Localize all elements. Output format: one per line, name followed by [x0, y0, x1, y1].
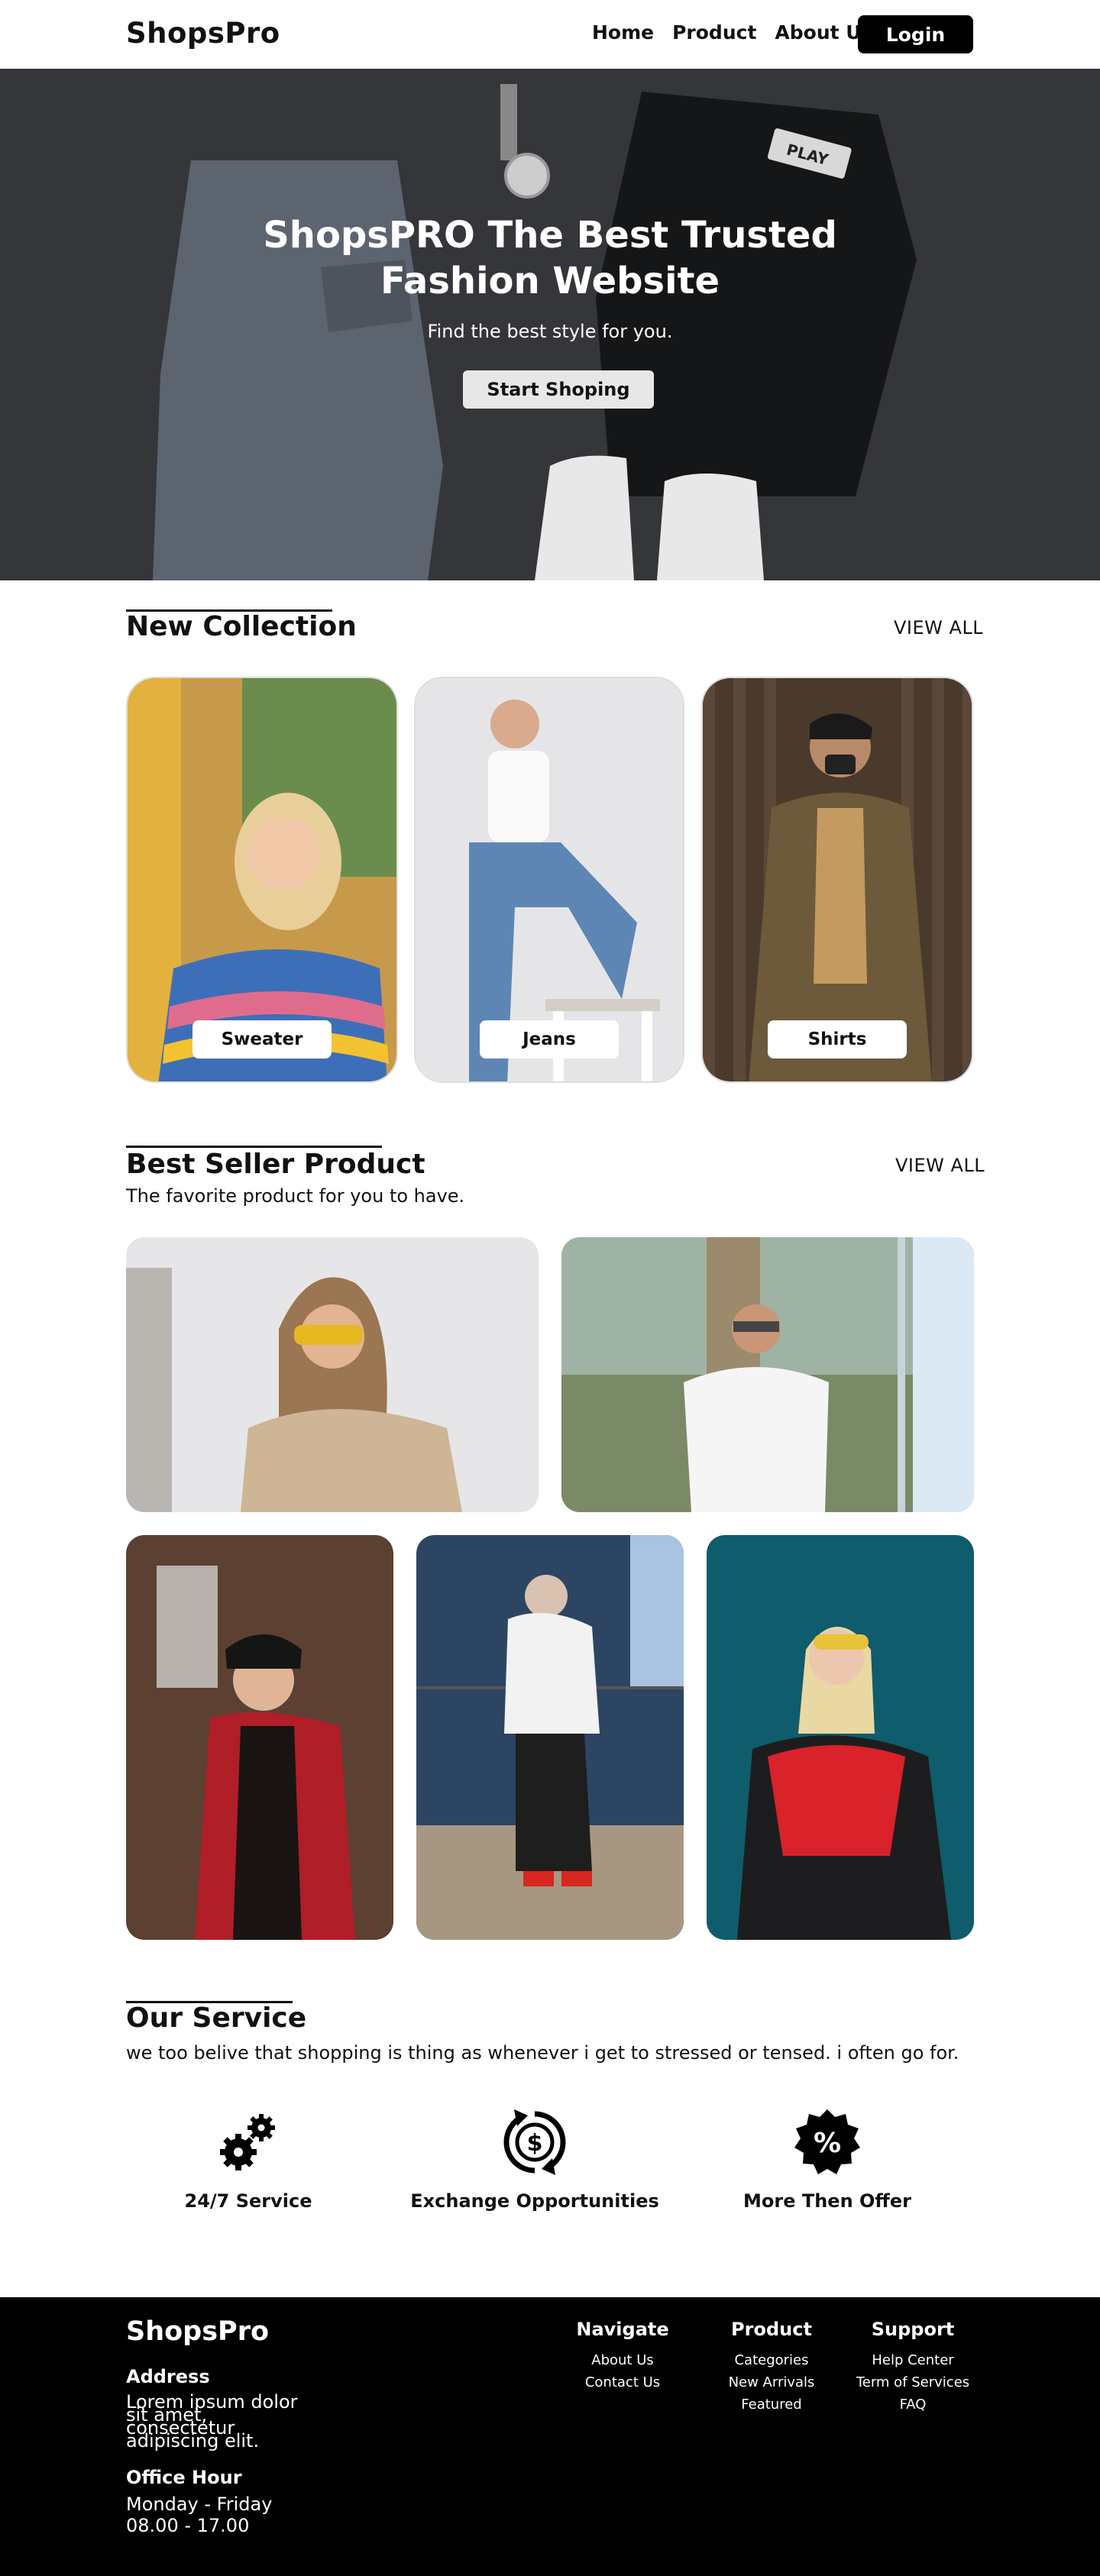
- woman-teal-background-photo: [707, 1535, 974, 1940]
- gears-icon: [220, 2114, 275, 2170]
- footer-brand-logo[interactable]: ShopsPro: [126, 2316, 269, 2347]
- hero-title-line-1: ShopsPRO The Best Trusted: [263, 214, 837, 257]
- svg-text:$: $: [527, 2130, 543, 2157]
- footer-col-support: Support Help Center Term of Services FAQ: [848, 2319, 978, 2416]
- footer-link-categories[interactable]: Categories: [714, 2349, 829, 2371]
- best-seller-view-all-link[interactable]: VIEW ALL: [895, 1155, 985, 1176]
- footer-navigate-heading: Navigate: [576, 2319, 669, 2340]
- section-rule: [126, 1146, 382, 1148]
- footer-link-help-center[interactable]: Help Center: [848, 2349, 978, 2371]
- man-white-hoodie-photo: [416, 1535, 684, 1940]
- service-subtitle: we too belive that shopping is thing as …: [126, 2042, 959, 2064]
- best-seller-subtitle: The favorite product for you to have.: [126, 1185, 465, 1207]
- best-seller-photo-3[interactable]: [126, 1535, 393, 1940]
- collection-card-shirts[interactable]: Shirts: [701, 677, 973, 1083]
- address-line: adipiscing elit.: [126, 2430, 260, 2452]
- collection-card-sweater[interactable]: Sweater: [126, 677, 398, 1083]
- best-seller-title: Best Seller Product: [126, 1149, 425, 1180]
- new-collection-view-all-link[interactable]: VIEW ALL: [894, 617, 983, 638]
- collection-label-jeans: Jeans: [480, 1020, 619, 1059]
- hero-banner: PLAY ShopsPRO The Best Trusted Fashion W…: [0, 69, 1100, 580]
- footer-office-heading: Office Hour: [126, 2467, 242, 2488]
- nav-links: Home Product About Us: [592, 21, 872, 44]
- best-seller-photo-5[interactable]: [707, 1535, 974, 1940]
- discount-badge-icon: %: [794, 2109, 860, 2174]
- service-title: Our Service: [126, 2002, 307, 2034]
- footer-link-featured[interactable]: Featured: [714, 2393, 829, 2416]
- woman-yellow-sunglasses-photo: [126, 1237, 539, 1512]
- footer-support-heading: Support: [871, 2319, 955, 2340]
- footer-office-days: Monday - Friday: [126, 2494, 273, 2515]
- nav-link-product[interactable]: Product: [672, 21, 756, 44]
- footer-address-heading: Address: [126, 2366, 210, 2387]
- best-seller-photo-4[interactable]: [416, 1535, 684, 1940]
- login-button[interactable]: Login: [858, 15, 973, 53]
- footer-link-faq[interactable]: FAQ: [848, 2393, 978, 2416]
- man-white-shirt-photo: [561, 1237, 974, 1512]
- footer-link-term-of-services[interactable]: Term of Services: [848, 2371, 978, 2393]
- footer-office-time: 08.00 - 17.00: [126, 2515, 250, 2536]
- footer-product-heading: Product: [731, 2319, 812, 2340]
- footer-link-about-us[interactable]: About Us: [565, 2349, 680, 2371]
- site-footer: ShopsPro Address Lorem ipsum dolor sit a…: [0, 2297, 1100, 2576]
- hero-title: ShopsPRO The Best Trusted Fashion Websit…: [0, 212, 1100, 304]
- woman-red-jacket-photo: [126, 1535, 393, 1940]
- service-item-exchange: $ Exchange Opportunities: [397, 2108, 672, 2212]
- footer-link-new-arrivals[interactable]: New Arrivals: [714, 2371, 829, 2393]
- collection-label-sweater: Sweater: [192, 1020, 332, 1059]
- start-shopping-button[interactable]: Start Shoping: [463, 370, 654, 409]
- service-label-offer: More Then Offer: [743, 2190, 911, 2212]
- service-label-exchange: Exchange Opportunities: [410, 2190, 659, 2212]
- best-seller-photo-1[interactable]: [126, 1237, 539, 1512]
- new-collection-title: New Collection: [126, 611, 357, 642]
- nav-link-home[interactable]: Home: [592, 21, 654, 44]
- top-navbar: ShopsPro Home Product About Us Login: [0, 0, 1100, 69]
- footer-link-contact-us[interactable]: Contact Us: [565, 2371, 680, 2393]
- footer-col-navigate: Navigate About Us Contact Us: [565, 2319, 680, 2393]
- hero-subtitle: Find the best style for you.: [427, 321, 673, 342]
- collection-label-shirts: Shirts: [768, 1020, 907, 1059]
- service-item-24-7: 24/7 Service: [111, 2108, 386, 2212]
- service-label-24-7: 24/7 Service: [184, 2190, 312, 2212]
- dollar-exchange-icon: $: [503, 2109, 566, 2175]
- hero-title-line-2: Fashion Website: [380, 260, 720, 302]
- best-seller-photo-2[interactable]: [561, 1237, 974, 1512]
- service-item-offer: % More Then Offer: [690, 2108, 965, 2212]
- collection-card-jeans[interactable]: Jeans: [414, 677, 684, 1083]
- footer-col-product: Product Categories New Arrivals Featured: [714, 2319, 829, 2416]
- footer-address-text: Lorem ipsum dolor sit amet, consectetur …: [126, 2392, 355, 2452]
- svg-text:%: %: [814, 2128, 841, 2159]
- brand-logo[interactable]: ShopsPro: [126, 17, 280, 50]
